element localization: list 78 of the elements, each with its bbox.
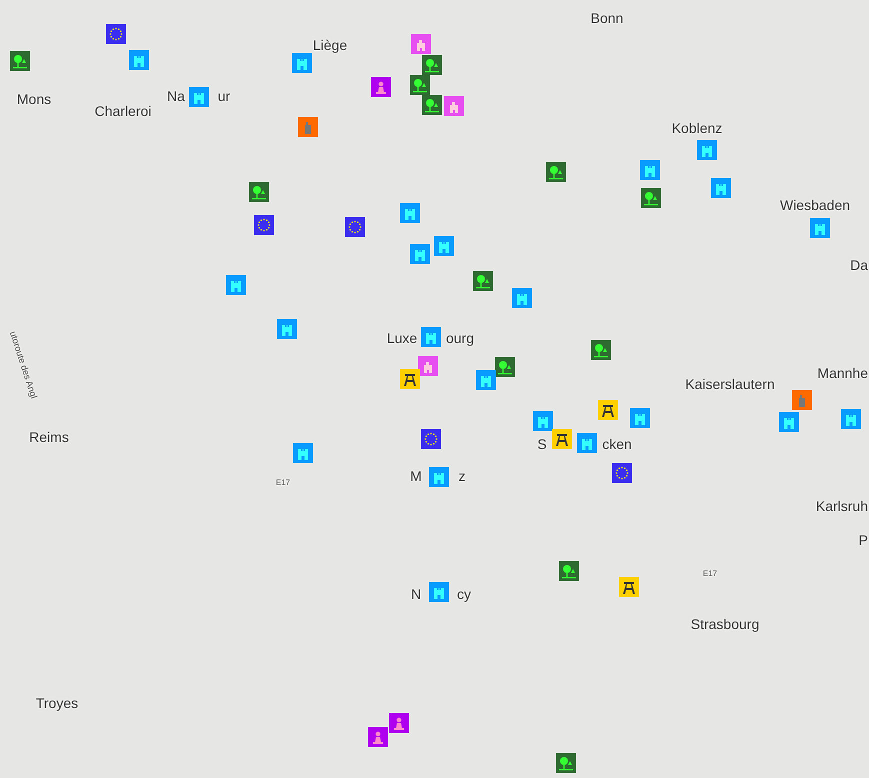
tree-icon[interactable] — [422, 55, 442, 75]
castle-icon[interactable] — [189, 87, 209, 107]
road-label: E17 — [702, 570, 718, 578]
tree-icon[interactable] — [559, 561, 579, 581]
castle-icon[interactable] — [640, 160, 660, 180]
city-label: P — [858, 533, 868, 547]
city-label: cken — [602, 437, 632, 451]
city-label: Na — [167, 89, 185, 103]
city-label: Strasbourg — [690, 617, 760, 631]
road-label: utoroute des Angl — [8, 330, 38, 400]
headframe-icon[interactable] — [400, 369, 420, 389]
castle-icon[interactable] — [630, 408, 650, 428]
castle-icon[interactable] — [400, 203, 420, 223]
tree-icon[interactable] — [556, 753, 576, 773]
city-label: N — [410, 587, 422, 601]
headframe-icon[interactable] — [552, 429, 572, 449]
castle-icon[interactable] — [429, 582, 449, 602]
tree-icon[interactable] — [641, 188, 661, 208]
tree-icon[interactable] — [422, 95, 442, 115]
building-icon[interactable] — [444, 96, 464, 116]
castle-icon[interactable] — [779, 412, 799, 432]
star-ring-icon[interactable] — [421, 429, 441, 449]
castle-icon[interactable] — [810, 218, 830, 238]
city-label: Kaiserslautern — [685, 377, 775, 391]
star-ring-icon[interactable] — [345, 217, 365, 237]
castle-icon[interactable] — [421, 327, 441, 347]
city-label: Da — [850, 258, 868, 272]
castle-icon[interactable] — [129, 50, 149, 70]
city-label: Charleroi — [94, 104, 152, 118]
statue-icon[interactable] — [389, 713, 409, 733]
castle-icon[interactable] — [577, 433, 597, 453]
tree-icon[interactable] — [546, 162, 566, 182]
castle-icon[interactable] — [429, 467, 449, 487]
building-icon[interactable] — [411, 34, 431, 54]
map-background[interactable]: Bonn Liège Mons Charleroi Na ur Koblenz Wiesbaden Da Luxe ourg Mannhe Kaiserslautern Reims S cken M z Karlsruh P N cy Strasbourg Troyes E17 E17 utoroute des Angl — [0, 0, 869, 778]
city-label: z — [458, 469, 466, 483]
city-label: Mons — [16, 92, 52, 106]
castle-icon[interactable] — [293, 443, 313, 463]
tower-icon[interactable] — [298, 117, 318, 137]
castle-icon[interactable] — [277, 319, 297, 339]
city-label: Wiesbaden — [780, 198, 850, 212]
city-label: ur — [218, 89, 230, 103]
castle-icon[interactable] — [711, 178, 731, 198]
headframe-icon[interactable] — [619, 577, 639, 597]
star-ring-icon[interactable] — [106, 24, 126, 44]
castle-icon[interactable] — [292, 53, 312, 73]
city-label: Troyes — [36, 696, 78, 710]
city-label: S — [537, 437, 547, 451]
city-label: cy — [457, 587, 471, 601]
star-ring-icon[interactable] — [612, 463, 632, 483]
castle-icon[interactable] — [841, 409, 861, 429]
city-label: Bonn — [590, 11, 624, 25]
city-label: Mannhe — [817, 366, 868, 380]
tower-icon[interactable] — [792, 390, 812, 410]
castle-icon[interactable] — [410, 244, 430, 264]
city-label: Karlsruh — [816, 499, 868, 513]
castle-icon[interactable] — [434, 236, 454, 256]
tree-icon[interactable] — [473, 271, 493, 291]
castle-icon[interactable] — [476, 370, 496, 390]
road-label: E17 — [276, 479, 290, 487]
city-label: Reims — [29, 430, 69, 444]
city-label: Luxe — [386, 331, 418, 345]
tree-icon[interactable] — [495, 357, 515, 377]
city-label: Liège — [312, 38, 348, 52]
statue-icon[interactable] — [371, 77, 391, 97]
city-label: Koblenz — [672, 121, 722, 135]
tree-icon[interactable] — [249, 182, 269, 202]
statue-icon[interactable] — [368, 727, 388, 747]
headframe-icon[interactable] — [598, 400, 618, 420]
castle-icon[interactable] — [226, 275, 246, 295]
castle-icon[interactable] — [512, 288, 532, 308]
castle-icon[interactable] — [697, 140, 717, 160]
tree-icon[interactable] — [410, 75, 430, 95]
star-ring-icon[interactable] — [254, 215, 274, 235]
city-label: ourg — [446, 331, 474, 345]
tree-icon[interactable] — [591, 340, 611, 360]
tree-icon[interactable] — [10, 51, 30, 71]
city-label: M — [410, 469, 422, 483]
